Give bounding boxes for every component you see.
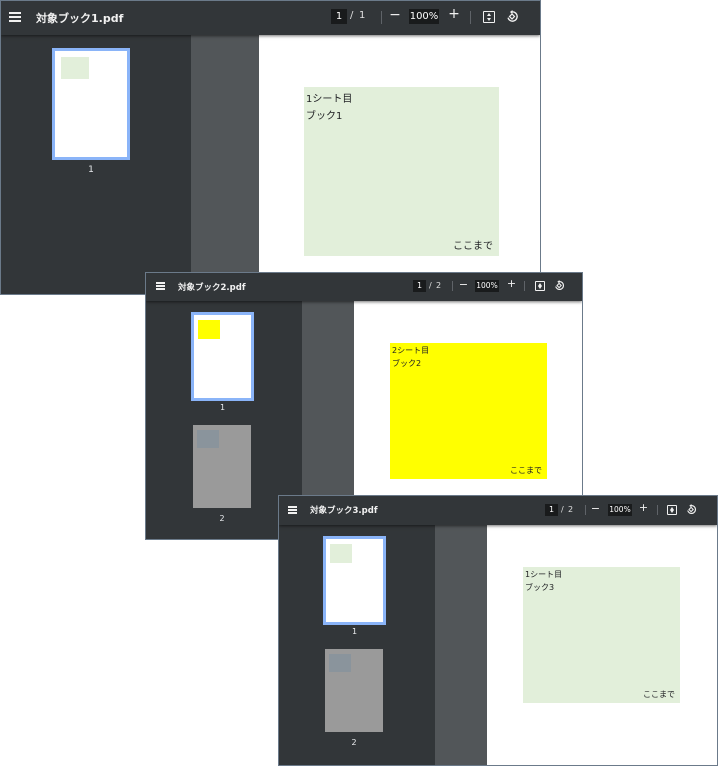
- thumbnail-sheet-preview: [329, 654, 351, 672]
- sheet-heading: 2シート目: [392, 346, 430, 355]
- page-number-input[interactable]: 1: [545, 504, 558, 516]
- menu-icon[interactable]: [9, 12, 21, 22]
- zoom-in-button[interactable]: +: [506, 277, 517, 290]
- thumbnail-sidebar: 1 2: [279, 525, 435, 765]
- thumbnail-sheet-preview: [330, 544, 352, 563]
- page-separator: /: [350, 10, 354, 21]
- fit-to-page-icon[interactable]: [483, 11, 495, 23]
- toolbar-divider: [470, 11, 471, 24]
- fit-to-page-icon[interactable]: [535, 281, 545, 291]
- document-title: 対象ブック3.pdf: [310, 506, 378, 516]
- viewer-toolbar: 対象ブック3.pdf 1 / 2 − 100% +: [279, 496, 717, 525]
- page-separator: /: [429, 281, 432, 290]
- menu-icon[interactable]: [156, 282, 165, 290]
- thumbnail-sheet-preview: [197, 430, 219, 448]
- document-gutter: [191, 35, 259, 294]
- toolbar-divider: [381, 11, 382, 24]
- zoom-out-button[interactable]: −: [590, 502, 601, 515]
- viewer-toolbar: 対象ブック2.pdf 1 / 2 − 100% +: [146, 273, 582, 301]
- zoom-level-input[interactable]: 100%: [608, 504, 632, 516]
- page-number-input[interactable]: 1: [331, 9, 347, 24]
- toolbar-divider: [585, 505, 586, 515]
- zoom-in-button[interactable]: +: [638, 501, 649, 514]
- document-title: 対象ブック2.pdf: [178, 283, 246, 293]
- rotate-icon[interactable]: [686, 504, 697, 515]
- thumbnail-label: 1: [351, 627, 358, 636]
- sheet-heading: 1シート目: [306, 94, 353, 105]
- pdf-viewer-window-3: 対象ブック3.pdf 1 / 2 − 100% + 1 2 1シート目 ブック3…: [278, 495, 718, 766]
- thumbnail-label: 2: [351, 738, 357, 747]
- total-pages: 2: [568, 505, 574, 514]
- page-separator: /: [561, 505, 564, 514]
- book-name: ブック3: [525, 583, 555, 592]
- menu-icon[interactable]: [288, 506, 297, 514]
- page-thumbnail[interactable]: [193, 425, 251, 508]
- total-pages: 2: [436, 281, 442, 290]
- zoom-level-input[interactable]: 100%: [409, 9, 439, 24]
- zoom-in-button[interactable]: +: [447, 6, 461, 22]
- end-marker: ここまで: [510, 466, 542, 475]
- zoom-out-button[interactable]: −: [388, 7, 402, 23]
- pdf-viewer-window-1: 対象ブック1.pdf 1 / 1 − 100% + 1 1シート目 ブック1 こ…: [0, 0, 541, 295]
- sheet-content-box: 1シート目 ブック1 ここまで: [304, 87, 499, 256]
- thumbnail-label: 1: [88, 165, 94, 175]
- sheet-content-box: 1シート目 ブック3 ここまで: [523, 567, 680, 703]
- thumbnail-label: 2: [219, 514, 225, 523]
- rotate-icon[interactable]: [554, 280, 565, 291]
- thumbnail-sheet-preview: [198, 320, 220, 339]
- thumbnail-sidebar: 1: [1, 35, 191, 294]
- zoom-level-input[interactable]: 100%: [475, 280, 499, 292]
- page-thumbnail[interactable]: [191, 312, 254, 401]
- book-name: ブック2: [392, 359, 422, 368]
- end-marker: ここまで: [643, 690, 675, 699]
- book-name: ブック1: [306, 111, 343, 122]
- total-pages: 1: [359, 10, 366, 21]
- thumbnail-label: 1: [219, 403, 226, 412]
- zoom-out-button[interactable]: −: [458, 278, 469, 291]
- end-marker: ここまで: [453, 241, 493, 252]
- document-page: 1シート目 ブック3 ここまで: [487, 525, 717, 765]
- rotate-icon[interactable]: [506, 10, 519, 23]
- document-title: 対象ブック1.pdf: [36, 12, 124, 25]
- page-thumbnail[interactable]: [52, 48, 130, 160]
- sheet-content-box: 2シート目 ブック2 ここまで: [390, 343, 547, 479]
- viewer-toolbar: 対象ブック1.pdf 1 / 1 − 100% +: [1, 1, 540, 35]
- toolbar-divider: [452, 281, 453, 291]
- document-page: 1シート目 ブック1 ここまで: [259, 35, 540, 294]
- page-number-input[interactable]: 1: [413, 280, 426, 292]
- toolbar-divider: [657, 505, 658, 515]
- fit-to-page-icon[interactable]: [667, 505, 677, 515]
- toolbar-divider: [524, 281, 525, 291]
- document-gutter: [435, 525, 487, 765]
- thumbnail-sheet-preview: [61, 57, 89, 79]
- page-thumbnail[interactable]: [325, 649, 383, 732]
- sheet-heading: 1シート目: [525, 570, 563, 579]
- page-thumbnail[interactable]: [323, 536, 386, 625]
